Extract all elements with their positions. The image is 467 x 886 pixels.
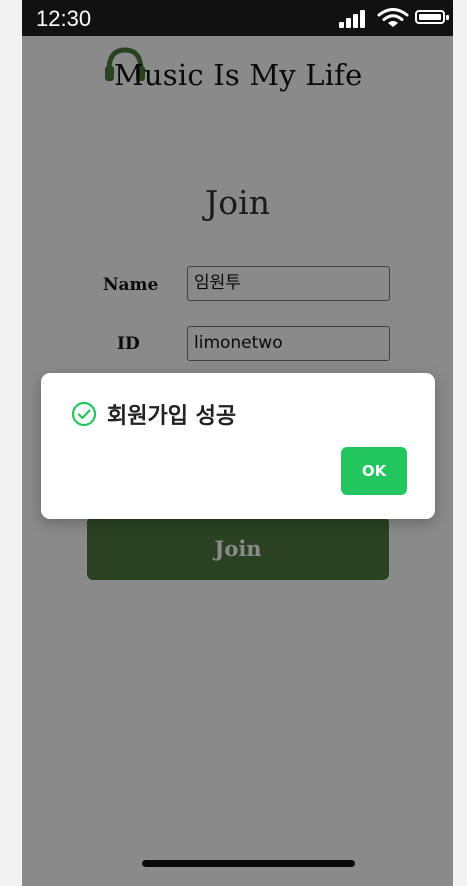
phone-screen: 12:30 Music Is My Life Join Name 임원투 ID … bbox=[22, 0, 453, 886]
status-bar: 12:30 bbox=[22, 0, 453, 36]
wifi-icon bbox=[377, 8, 409, 27]
status-icons bbox=[333, 8, 453, 28]
dialog-message: 회원가입 성공 bbox=[107, 404, 237, 429]
battery-icon bbox=[415, 10, 449, 24]
success-dialog: 회원가입 성공 OK bbox=[41, 373, 435, 519]
status-time: 12:30 bbox=[36, 6, 92, 31]
ok-button[interactable]: OK bbox=[341, 447, 407, 495]
check-circle-icon bbox=[71, 401, 97, 427]
signal-icon bbox=[339, 10, 369, 28]
